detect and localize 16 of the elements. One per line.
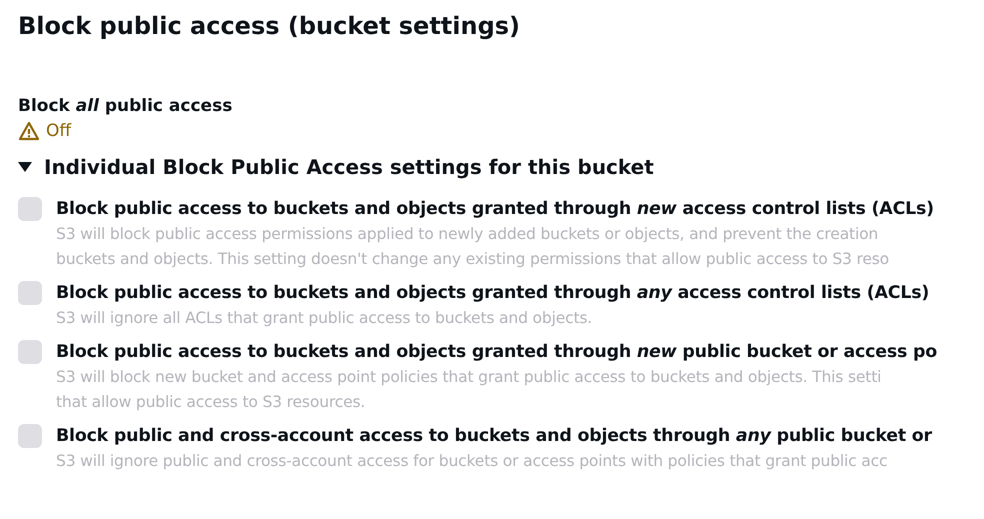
section-toggle[interactable]: Individual Block Public Access settings for this bucket bbox=[18, 152, 966, 182]
setting-description: buckets and objects. This setting doesn't change any existing permissions that allow public access to S3 reso bbox=[56, 249, 890, 270]
status-text: Off bbox=[46, 120, 72, 143]
page-title: Block public access (bucket settings) bbox=[18, 11, 522, 42]
setting-description: S3 will ignore all ACLs that grant public access to buckets and objects. bbox=[56, 308, 594, 329]
setting-description: S3 will ignore public and cross-account access for buckets or access points with policies that grant public acc bbox=[56, 451, 888, 472]
caret-icon bbox=[18, 161, 32, 173]
setting-description: S3 will block new bucket and access point policies that grant public access to buckets and objects. This setti bbox=[56, 367, 882, 388]
setting-title: Block public access to buckets and objects granted through any access control lists (ACLs) bbox=[56, 282, 930, 305]
setting-title: Block public and cross-account access to buckets and objects through any public bucket or bbox=[56, 425, 932, 448]
setting-title: Block public access to buckets and objects granted through new access control lists (ACLs) bbox=[56, 198, 934, 221]
warning-icon bbox=[18, 121, 40, 141]
block-all-label: Block all public access bbox=[18, 95, 234, 118]
setting-title: Block public access to buckets and objects granted through new public bucket or access po bbox=[56, 341, 938, 364]
setting-description: S3 will block public access permissions applied to newly added buckets or objects, and prevent the creation bbox=[56, 224, 880, 245]
setting-description: that allow public access to S3 resources. bbox=[56, 392, 366, 413]
